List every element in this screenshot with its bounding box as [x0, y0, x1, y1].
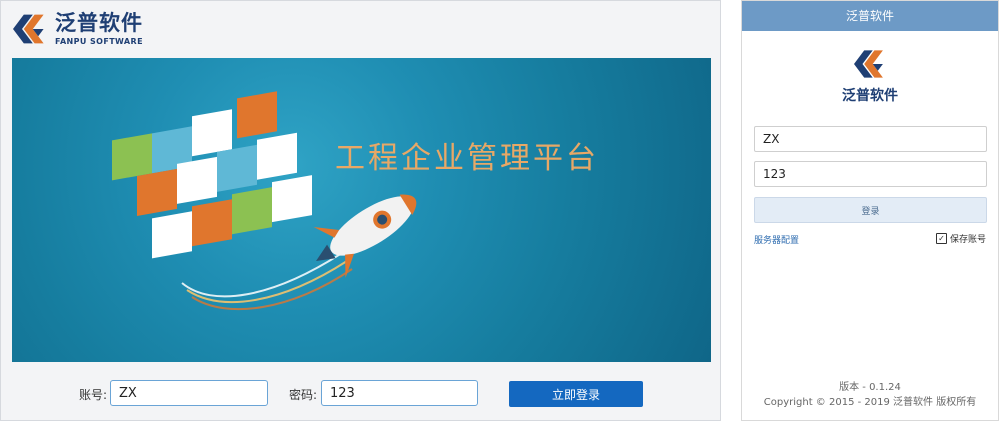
login-button[interactable]: 立即登录	[509, 381, 643, 407]
password-label: 密码:	[289, 388, 318, 402]
remember-account-label: 保存账号	[949, 235, 986, 245]
fanpu-logo-icon	[13, 14, 44, 44]
brand-logo: 泛普软件 FANPU SOFTWARE	[13, 9, 143, 49]
account-input[interactable]	[110, 380, 268, 406]
copyright-text: Copyright © 2015 - 2019 泛普软件 版权所有	[763, 397, 977, 408]
remember-account-toggle[interactable]: ✓ 保存账号	[935, 232, 986, 245]
mobile-password-input[interactable]	[754, 161, 987, 187]
remember-account-checkbox[interactable]: ✓	[935, 233, 947, 244]
mobile-header-title: 泛普软件	[742, 1, 998, 31]
mobile-login-panel: 泛普软件 泛普软件 登录 服务器配置 ✓ 保存账号 版本 - 0.1.24 Co…	[741, 0, 999, 421]
banner-title: 工程企业管理平台	[335, 141, 599, 176]
mobile-account-input[interactable]	[754, 126, 987, 152]
fanpu-logo-icon	[854, 50, 883, 78]
mobile-brand-name: 泛普软件	[842, 88, 898, 104]
cube-and-rocket-illustration	[112, 91, 417, 311]
account-label: 账号:	[79, 388, 108, 402]
brand-name-cn: 泛普软件	[55, 10, 143, 35]
desktop-login-form: 账号: 密码: 立即登录	[1, 379, 720, 409]
server-config-link[interactable]: 服务器配置	[754, 233, 799, 246]
mobile-login-button[interactable]: 登录	[754, 197, 987, 223]
hero-banner: 工程企业管理平台	[12, 58, 711, 362]
desktop-login-panel: 泛普软件 FANPU SOFTWARE 工程企业管理平台 账号: ZX 密码: …	[0, 0, 721, 421]
password-input[interactable]	[321, 380, 478, 406]
app-version: 版本 - 0.1.24	[839, 382, 901, 393]
brand-name-en: FANPU SOFTWARE	[55, 36, 143, 46]
